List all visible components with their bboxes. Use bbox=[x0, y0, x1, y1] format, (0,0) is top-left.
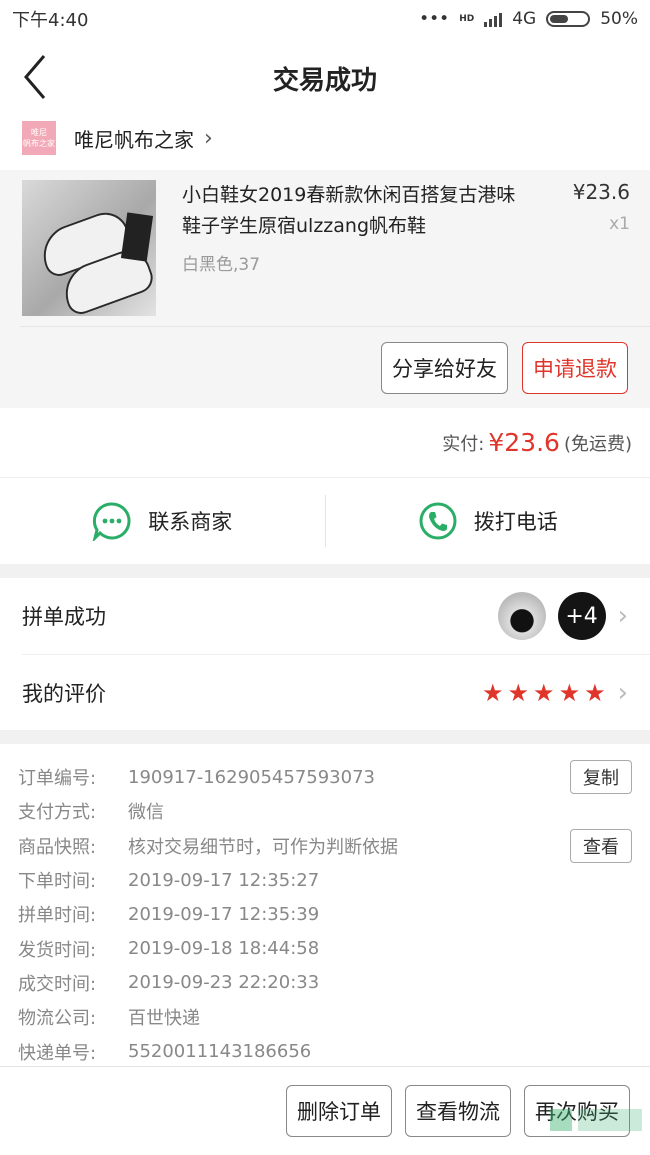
signal-icon bbox=[484, 11, 503, 27]
product-title: 小白鞋女2019春新款休闲百搭复古港味鞋子学生原宿ulzzang帆布鞋 bbox=[182, 184, 516, 237]
review-row[interactable]: 我的评价 ★ ★ ★ ★ ★ › bbox=[22, 654, 650, 730]
contact-merchant-button[interactable]: 联系商家 bbox=[0, 501, 325, 541]
delete-order-button[interactable]: 删除订单 bbox=[286, 1085, 392, 1137]
nav-bar: 交易成功 bbox=[0, 38, 650, 118]
product-actions: 分享给好友 申请退款 bbox=[20, 326, 650, 408]
status-bar: 下午4:40 ••• HD 4G 50% bbox=[0, 0, 650, 38]
detail-row: 成交时间: 2019-09-23 22:20:33 bbox=[18, 966, 632, 1000]
detail-value: 5520011143186656 bbox=[128, 1041, 312, 1063]
detail-value: 百世快递 bbox=[128, 1008, 200, 1030]
rating-stars: ★ ★ ★ ★ ★ bbox=[482, 679, 606, 707]
detail-copy-button[interactable]: 复制 bbox=[570, 760, 632, 794]
detail-view-button[interactable]: 查看 bbox=[570, 828, 632, 863]
detail-value: 2019-09-17 12:35:39 bbox=[128, 903, 320, 925]
status-time: 下午4:40 bbox=[12, 10, 89, 31]
detail-row: 支付方式: 微信 bbox=[18, 794, 632, 828]
back-button[interactable] bbox=[18, 52, 58, 102]
battery-percent: 50% bbox=[600, 9, 638, 29]
detail-row: 商品快照: 核对交易细节时，可作为判断依据 查看 bbox=[18, 828, 632, 863]
detail-value: 核对交易细节时，可作为判断依据 bbox=[128, 836, 398, 858]
shipping-note: (免运费) bbox=[563, 433, 632, 455]
detail-label: 发货时间: bbox=[18, 939, 97, 961]
contact-bar: 联系商家 拨打电话 bbox=[0, 478, 650, 564]
product-item[interactable]: 小白鞋女2019春新款休闲百搭复古港味鞋子学生原宿ulzzang帆布鞋 白黑色,… bbox=[0, 180, 650, 326]
network-type: 4G bbox=[512, 9, 537, 29]
product-image bbox=[22, 180, 158, 319]
section-gap bbox=[0, 730, 650, 744]
chat-icon bbox=[92, 502, 131, 541]
call-button[interactable]: 拨打电话 bbox=[326, 501, 650, 541]
star-icon: ★ bbox=[584, 678, 606, 707]
detail-label: 拼单时间: bbox=[18, 905, 97, 927]
paid-amount: ¥23.6 bbox=[488, 428, 560, 457]
contact-merchant-label: 联系商家 bbox=[148, 510, 233, 534]
more-members-badge: +4 bbox=[557, 592, 606, 640]
product-spec: 白黑色,37 bbox=[182, 255, 261, 275]
detail-label: 商品快照: bbox=[18, 836, 97, 858]
star-icon: ★ bbox=[507, 678, 530, 707]
paid-label: 实付: bbox=[442, 433, 485, 455]
star-icon: ★ bbox=[482, 678, 504, 707]
chevron-left-icon bbox=[24, 55, 46, 99]
group-buy-label: 拼单成功 bbox=[22, 605, 106, 629]
call-label: 拨打电话 bbox=[473, 510, 558, 534]
detail-value: 2019-09-17 12:35:27 bbox=[128, 869, 320, 891]
shop-name: 唯尼帆布之家 bbox=[74, 127, 194, 152]
star-icon: ★ bbox=[558, 678, 581, 707]
phone-icon bbox=[419, 502, 457, 540]
detail-row: 发货时间: 2019-09-18 18:44:58 bbox=[18, 931, 632, 965]
share-button[interactable]: 分享给好友 bbox=[381, 341, 508, 394]
detail-value: 微信 bbox=[128, 802, 164, 824]
detail-label: 下单时间: bbox=[18, 871, 97, 893]
shop-link[interactable]: 唯尼 帆布之家 唯尼帆布之家 › bbox=[0, 118, 650, 158]
order-product-section: 小白鞋女2019春新款休闲百搭复古港味鞋子学生原宿ulzzang帆布鞋 白黑色,… bbox=[0, 170, 650, 408]
detail-row: 快递单号: 5520011143186656 bbox=[18, 1034, 632, 1068]
more-dots-icon: ••• bbox=[419, 9, 450, 29]
detail-label: 快递单号: bbox=[18, 1042, 97, 1064]
order-details: 订单编号: 190917-162905457593073 复制支付方式: 微信商品快照… bbox=[0, 744, 650, 1069]
chevron-right-icon: › bbox=[204, 125, 213, 151]
detail-row: 拼单时间: 2019-09-17 12:35:39 bbox=[18, 897, 632, 931]
watermark-logo bbox=[528, 1107, 648, 1145]
battery-icon bbox=[546, 11, 591, 27]
card-shape bbox=[120, 212, 154, 262]
watermark-graphic bbox=[550, 1109, 642, 1131]
product-price: ¥23.6 bbox=[572, 180, 630, 204]
detail-value: 2019-09-23 22:20:33 bbox=[128, 972, 320, 994]
detail-row: 下单时间: 2019-09-17 12:35:27 bbox=[18, 863, 632, 897]
star-icon: ★ bbox=[533, 678, 555, 707]
detail-row: 订单编号: 190917-162905457593073 复制 bbox=[18, 760, 632, 794]
detail-label: 物流公司: bbox=[18, 1008, 97, 1030]
shop-logo: 唯尼 帆布之家 bbox=[22, 121, 56, 155]
avatar bbox=[497, 592, 546, 640]
review-label: 我的评价 bbox=[22, 681, 106, 706]
product-quantity: x1 bbox=[609, 214, 630, 234]
hd-badge: HD bbox=[459, 14, 475, 24]
chevron-right-icon: › bbox=[617, 601, 628, 631]
detail-label: 订单编号: bbox=[18, 768, 97, 790]
detail-value: 2019-09-18 18:44:58 bbox=[128, 938, 320, 960]
page-title: 交易成功 bbox=[272, 65, 377, 96]
battery-fill bbox=[550, 15, 569, 23]
bottom-action-bar: 删除订单 查看物流 再次购买 bbox=[0, 1066, 650, 1155]
detail-label: 支付方式: bbox=[18, 802, 97, 824]
detail-label: 成交时间: bbox=[18, 973, 97, 995]
detail-value: 190917-162905457593073 bbox=[128, 766, 375, 788]
section-gap bbox=[0, 564, 650, 578]
detail-row: 物流公司: 百世快递 bbox=[18, 1000, 632, 1034]
chevron-right-icon: › bbox=[617, 677, 628, 708]
view-logistics-button[interactable]: 查看物流 bbox=[405, 1085, 511, 1137]
refund-button[interactable]: 申请退款 bbox=[522, 341, 628, 394]
payment-summary: 实付: ¥23.6 (免运费) bbox=[0, 408, 650, 478]
group-buy-row[interactable]: 拼单成功 +4 › bbox=[22, 578, 650, 654]
